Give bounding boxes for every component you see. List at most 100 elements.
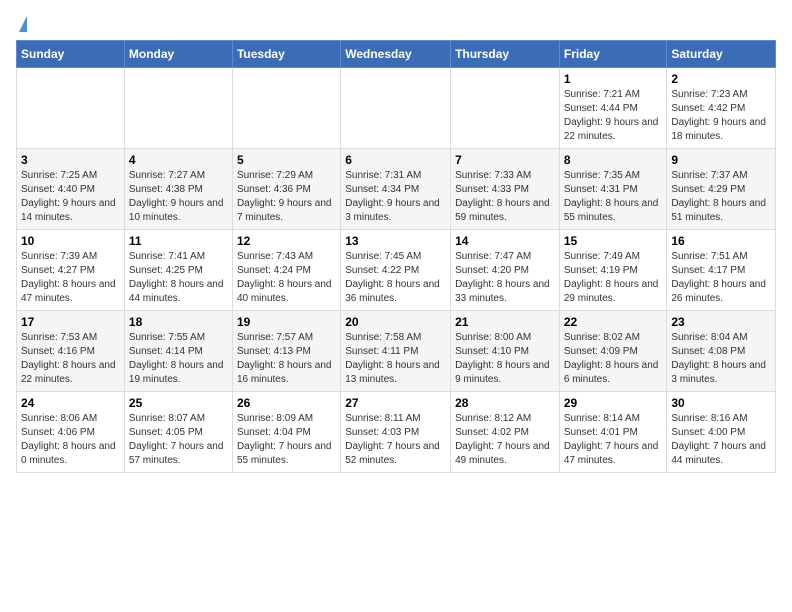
day-info: Sunrise: 7:43 AM Sunset: 4:24 PM Dayligh… bbox=[237, 250, 336, 306]
day-number: 17 bbox=[21, 315, 120, 329]
calendar-cell: 20 Sunrise: 7:58 AM Sunset: 4:11 PM Dayli… bbox=[341, 311, 451, 392]
logo-triangle-icon bbox=[19, 16, 27, 32]
day-number: 18 bbox=[129, 315, 228, 329]
day-info: Sunrise: 7:27 AM Sunset: 4:38 PM Dayligh… bbox=[129, 169, 228, 225]
day-number: 28 bbox=[455, 396, 555, 410]
day-number: 19 bbox=[237, 315, 336, 329]
day-info: Sunrise: 8:02 AM Sunset: 4:09 PM Dayligh… bbox=[564, 331, 663, 387]
calendar-cell: 26 Sunrise: 8:09 AM Sunset: 4:04 PM Dayli… bbox=[232, 392, 340, 473]
day-info: Sunrise: 8:00 AM Sunset: 4:10 PM Dayligh… bbox=[455, 331, 555, 387]
day-number: 9 bbox=[671, 153, 771, 167]
calendar-week-1: 1 Sunrise: 7:21 AM Sunset: 4:44 PM Daylig… bbox=[17, 68, 776, 149]
day-info: Sunrise: 8:06 AM Sunset: 4:06 PM Dayligh… bbox=[21, 412, 120, 468]
day-info: Sunrise: 7:51 AM Sunset: 4:17 PM Dayligh… bbox=[671, 250, 771, 306]
day-number: 16 bbox=[671, 234, 771, 248]
day-info: Sunrise: 7:58 AM Sunset: 4:11 PM Dayligh… bbox=[345, 331, 446, 387]
day-info: Sunrise: 7:45 AM Sunset: 4:22 PM Dayligh… bbox=[345, 250, 446, 306]
day-info: Sunrise: 7:49 AM Sunset: 4:19 PM Dayligh… bbox=[564, 250, 663, 306]
day-header-saturday: Saturday bbox=[667, 41, 776, 68]
day-number: 23 bbox=[671, 315, 771, 329]
day-number: 14 bbox=[455, 234, 555, 248]
day-number: 5 bbox=[237, 153, 336, 167]
calendar-cell: 28 Sunrise: 8:12 AM Sunset: 4:02 PM Dayli… bbox=[451, 392, 560, 473]
day-number: 10 bbox=[21, 234, 120, 248]
calendar-cell: 3 Sunrise: 7:25 AM Sunset: 4:40 PM Daylig… bbox=[17, 149, 125, 230]
day-info: Sunrise: 7:47 AM Sunset: 4:20 PM Dayligh… bbox=[455, 250, 555, 306]
day-header-friday: Friday bbox=[559, 41, 667, 68]
day-info: Sunrise: 8:14 AM Sunset: 4:01 PM Dayligh… bbox=[564, 412, 663, 468]
calendar-cell bbox=[341, 68, 451, 149]
calendar-cell: 1 Sunrise: 7:21 AM Sunset: 4:44 PM Daylig… bbox=[559, 68, 667, 149]
calendar-cell: 12 Sunrise: 7:43 AM Sunset: 4:24 PM Dayli… bbox=[232, 230, 340, 311]
page-header bbox=[16, 16, 776, 32]
calendar-cell: 22Sunrise: 8:02 AM Sunset: 4:09 PM Dayli… bbox=[559, 311, 667, 392]
day-info: Sunrise: 7:31 AM Sunset: 4:34 PM Dayligh… bbox=[345, 169, 446, 225]
day-info: Sunrise: 7:25 AM Sunset: 4:40 PM Dayligh… bbox=[21, 169, 120, 225]
calendar-cell: 4Sunrise: 7:27 AM Sunset: 4:38 PM Daylig… bbox=[124, 149, 232, 230]
calendar-header-row: SundayMondayTuesdayWednesdayThursdayFrid… bbox=[17, 41, 776, 68]
day-info: Sunrise: 7:21 AM Sunset: 4:44 PM Dayligh… bbox=[564, 88, 663, 144]
calendar-cell: 8 Sunrise: 7:35 AM Sunset: 4:31 PM Daylig… bbox=[559, 149, 667, 230]
day-number: 11 bbox=[129, 234, 228, 248]
day-number: 12 bbox=[237, 234, 336, 248]
day-number: 29 bbox=[564, 396, 663, 410]
calendar-table: SundayMondayTuesdayWednesdayThursdayFrid… bbox=[16, 40, 776, 473]
day-header-tuesday: Tuesday bbox=[232, 41, 340, 68]
calendar-cell: 14 Sunrise: 7:47 AM Sunset: 4:20 PM Dayli… bbox=[451, 230, 560, 311]
day-number: 8 bbox=[564, 153, 663, 167]
calendar-week-2: 3 Sunrise: 7:25 AM Sunset: 4:40 PM Daylig… bbox=[17, 149, 776, 230]
calendar-week-3: 10Sunrise: 7:39 AM Sunset: 4:27 PM Dayli… bbox=[17, 230, 776, 311]
calendar-cell: 24 Sunrise: 8:06 AM Sunset: 4:06 PM Dayli… bbox=[17, 392, 125, 473]
day-info: Sunrise: 8:04 AM Sunset: 4:08 PM Dayligh… bbox=[671, 331, 771, 387]
day-info: Sunrise: 8:16 AM Sunset: 4:00 PM Dayligh… bbox=[671, 412, 771, 468]
day-header-monday: Monday bbox=[124, 41, 232, 68]
day-number: 2 bbox=[671, 72, 771, 86]
logo bbox=[16, 16, 27, 32]
day-info: Sunrise: 7:41 AM Sunset: 4:25 PM Dayligh… bbox=[129, 250, 228, 306]
calendar-cell: 18 Sunrise: 7:55 AM Sunset: 4:14 PM Dayli… bbox=[124, 311, 232, 392]
day-info: Sunrise: 7:55 AM Sunset: 4:14 PM Dayligh… bbox=[129, 331, 228, 387]
day-number: 3 bbox=[21, 153, 120, 167]
calendar-cell: 5 Sunrise: 7:29 AM Sunset: 4:36 PM Daylig… bbox=[232, 149, 340, 230]
calendar-cell: 6Sunrise: 7:31 AM Sunset: 4:34 PM Daylig… bbox=[341, 149, 451, 230]
day-info: Sunrise: 8:07 AM Sunset: 4:05 PM Dayligh… bbox=[129, 412, 228, 468]
day-info: Sunrise: 7:33 AM Sunset: 4:33 PM Dayligh… bbox=[455, 169, 555, 225]
day-header-wednesday: Wednesday bbox=[341, 41, 451, 68]
calendar-cell: 15 Sunrise: 7:49 AM Sunset: 4:19 PM Dayli… bbox=[559, 230, 667, 311]
day-header-thursday: Thursday bbox=[451, 41, 560, 68]
day-number: 26 bbox=[237, 396, 336, 410]
calendar-cell: 7 Sunrise: 7:33 AM Sunset: 4:33 PM Daylig… bbox=[451, 149, 560, 230]
calendar-cell: 11 Sunrise: 7:41 AM Sunset: 4:25 PM Dayli… bbox=[124, 230, 232, 311]
day-info: Sunrise: 7:23 AM Sunset: 4:42 PM Dayligh… bbox=[671, 88, 771, 144]
day-info: Sunrise: 8:09 AM Sunset: 4:04 PM Dayligh… bbox=[237, 412, 336, 468]
day-info: Sunrise: 7:37 AM Sunset: 4:29 PM Dayligh… bbox=[671, 169, 771, 225]
day-number: 20 bbox=[345, 315, 446, 329]
day-number: 27 bbox=[345, 396, 446, 410]
calendar-cell: 9 Sunrise: 7:37 AM Sunset: 4:29 PM Daylig… bbox=[667, 149, 776, 230]
calendar-cell: 17 Sunrise: 7:53 AM Sunset: 4:16 PM Dayli… bbox=[17, 311, 125, 392]
calendar-cell: 2 Sunrise: 7:23 AM Sunset: 4:42 PM Daylig… bbox=[667, 68, 776, 149]
day-info: Sunrise: 8:12 AM Sunset: 4:02 PM Dayligh… bbox=[455, 412, 555, 468]
day-number: 1 bbox=[564, 72, 663, 86]
calendar-cell: 19Sunrise: 7:57 AM Sunset: 4:13 PM Dayli… bbox=[232, 311, 340, 392]
day-info: Sunrise: 7:29 AM Sunset: 4:36 PM Dayligh… bbox=[237, 169, 336, 225]
calendar-cell: 30 Sunrise: 8:16 AM Sunset: 4:00 PM Dayli… bbox=[667, 392, 776, 473]
day-number: 15 bbox=[564, 234, 663, 248]
calendar-cell: 16 Sunrise: 7:51 AM Sunset: 4:17 PM Dayli… bbox=[667, 230, 776, 311]
day-number: 30 bbox=[671, 396, 771, 410]
day-number: 21 bbox=[455, 315, 555, 329]
calendar-cell: 13 Sunrise: 7:45 AM Sunset: 4:22 PM Dayli… bbox=[341, 230, 451, 311]
day-number: 13 bbox=[345, 234, 446, 248]
calendar-cell: 10Sunrise: 7:39 AM Sunset: 4:27 PM Dayli… bbox=[17, 230, 125, 311]
calendar-cell bbox=[17, 68, 125, 149]
calendar-cell bbox=[124, 68, 232, 149]
day-number: 24 bbox=[21, 396, 120, 410]
day-number: 7 bbox=[455, 153, 555, 167]
calendar-cell: 23 Sunrise: 8:04 AM Sunset: 4:08 PM Dayli… bbox=[667, 311, 776, 392]
day-info: Sunrise: 8:11 AM Sunset: 4:03 PM Dayligh… bbox=[345, 412, 446, 468]
calendar-cell: 27 Sunrise: 8:11 AM Sunset: 4:03 PM Dayli… bbox=[341, 392, 451, 473]
day-info: Sunrise: 7:53 AM Sunset: 4:16 PM Dayligh… bbox=[21, 331, 120, 387]
calendar-cell: 25Sunrise: 8:07 AM Sunset: 4:05 PM Dayli… bbox=[124, 392, 232, 473]
day-info: Sunrise: 7:35 AM Sunset: 4:31 PM Dayligh… bbox=[564, 169, 663, 225]
calendar-cell: 21 Sunrise: 8:00 AM Sunset: 4:10 PM Dayli… bbox=[451, 311, 560, 392]
